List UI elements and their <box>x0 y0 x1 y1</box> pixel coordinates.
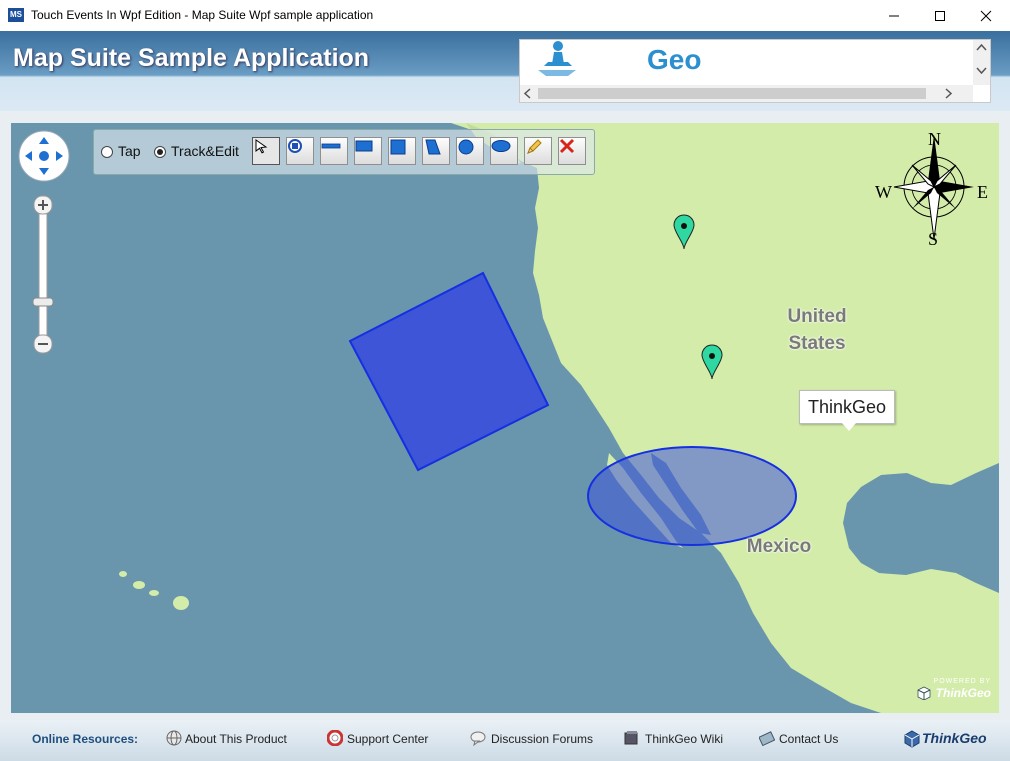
ad-banner[interactable]: Geo <box>519 39 991 103</box>
discussion-forums-link[interactable]: Discussion Forums <box>491 732 593 746</box>
banner-vertical-scrollbar[interactable] <box>973 40 990 85</box>
label-mexico: Mexico <box>746 536 812 557</box>
scroll-right-icon <box>945 88 953 99</box>
cursor-icon <box>255 139 268 154</box>
contact-card-icon <box>759 731 775 746</box>
polygon-tool-button[interactable] <box>422 137 450 165</box>
rectangle-icon <box>355 140 373 152</box>
contact-us-link[interactable]: Contact Us <box>779 732 838 746</box>
tap-mode-label[interactable]: Tap <box>118 143 141 159</box>
ellipse-tool-button[interactable] <box>490 137 518 165</box>
label-united-states: United States <box>787 306 847 354</box>
thinkgeo-wiki-link[interactable]: ThinkGeo Wiki <box>645 732 723 746</box>
maximize-icon <box>935 10 945 21</box>
close-icon <box>980 10 992 21</box>
circle-tool-button[interactable] <box>456 137 484 165</box>
delete-tool-button[interactable] <box>558 137 586 165</box>
drawn-rectangle-shape <box>348 271 550 472</box>
thinkgeo-popup[interactable]: ThinkGeo <box>799 390 895 431</box>
app-icon: MS <box>8 8 24 22</box>
lifebuoy-icon <box>327 730 343 746</box>
wiki-book-icon <box>624 731 638 745</box>
app-title: Map Suite Sample Application <box>13 44 370 72</box>
scroll-thumb[interactable] <box>538 88 926 99</box>
banner-horizontal-scrollbar[interactable] <box>520 85 973 102</box>
map-view[interactable]: N S E W Tap Track&Edit United States Mex… <box>11 123 999 713</box>
island <box>119 571 127 577</box>
drawn-ellipse-shape <box>587 446 797 546</box>
polygon-icon <box>425 139 441 155</box>
island <box>173 596 189 610</box>
minimize-icon <box>889 15 899 16</box>
banner-logo-icon <box>538 41 576 76</box>
window-title: Touch Events In Wpf Edition - Map Suite … <box>31 8 374 22</box>
support-center-link[interactable]: Support Center <box>347 732 428 746</box>
online-resources-label: Online Resources: <box>32 732 139 746</box>
window-titlebar: MS Touch Events In Wpf Edition - Map Sui… <box>0 0 1010 32</box>
compass-north-label: N <box>928 129 941 149</box>
minimize-button[interactable] <box>871 0 917 31</box>
track-edit-mode-label[interactable]: Track&Edit <box>171 143 239 159</box>
maximize-button[interactable] <box>917 0 963 31</box>
thinkgeo-logo-icon <box>904 730 920 748</box>
map-frame: N S E W Tap Track&Edit United States Mex… <box>0 111 1010 720</box>
track-edit-mode-radio[interactable] <box>154 146 166 158</box>
square-icon <box>390 139 406 155</box>
scroll-arrows-icon <box>976 43 987 75</box>
scroll-left-icon <box>523 88 531 99</box>
cursor-tool-button[interactable] <box>252 137 280 165</box>
compass-east-label: E <box>977 182 988 202</box>
island <box>149 590 159 596</box>
footer-thinkgeo-logo: ThinkGeo <box>922 730 987 746</box>
powered-by-text: POWERED BY <box>933 678 991 685</box>
zoom-slider[interactable] <box>33 195 53 355</box>
thinkgeo-cube-icon <box>917 686 931 700</box>
island <box>133 581 145 589</box>
about-product-link[interactable]: About This Product <box>185 732 287 746</box>
powered-by-brand: ThinkGeo <box>935 686 991 700</box>
line-tool-button[interactable] <box>320 137 348 165</box>
speech-bubble-icon <box>470 731 486 746</box>
footer-bar: Online Resources: About This Product Sup… <box>0 720 1010 761</box>
close-button[interactable] <box>963 0 1009 31</box>
line-icon <box>321 143 341 149</box>
pan-arrows-icon <box>18 130 70 182</box>
compass-south-label: S <box>928 229 938 249</box>
circle-icon <box>458 139 474 155</box>
banner-text: Geo <box>647 44 702 75</box>
delete-x-icon <box>559 138 575 154</box>
pencil-icon <box>527 139 542 154</box>
point-icon <box>288 139 302 153</box>
compass-west-label: W <box>875 182 892 202</box>
edit-tool-button[interactable] <box>524 137 552 165</box>
app-header: Map Suite Sample Application Geo <box>0 31 1010 111</box>
point-tool-button[interactable] <box>286 137 314 165</box>
globe-icon <box>166 730 182 746</box>
zoom-slider-icon <box>33 195 53 354</box>
pan-control[interactable] <box>18 130 70 182</box>
tap-mode-radio[interactable] <box>101 146 113 158</box>
ellipse-icon <box>491 140 511 152</box>
square-tool-button[interactable] <box>388 137 416 165</box>
powered-by-logo: POWERED BY ThinkGeo <box>917 678 993 700</box>
rectangle-tool-button[interactable] <box>354 137 382 165</box>
edit-toolbar: Tap Track&Edit <box>93 129 595 175</box>
